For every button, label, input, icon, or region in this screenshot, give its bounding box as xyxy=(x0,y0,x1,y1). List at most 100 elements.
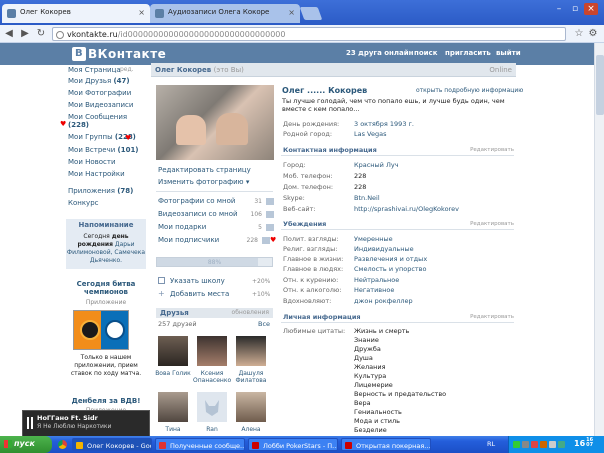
friend-name[interactable]: Ran xyxy=(193,426,231,433)
friend-photo[interactable] xyxy=(197,392,227,422)
antivirus-icon[interactable] xyxy=(531,441,538,448)
app-tray-icon[interactable] xyxy=(558,441,565,448)
clock-hours: 16 xyxy=(574,439,586,448)
battery-icon[interactable] xyxy=(513,441,520,448)
reload-icon[interactable]: ↻ xyxy=(34,27,48,41)
menu-edit-link[interactable]: ред. xyxy=(120,66,134,73)
edit-personal-link[interactable]: Редактировать xyxy=(470,314,514,320)
menu-my-friends[interactable]: Мои Друзья (47) xyxy=(68,77,130,85)
wrench-icon[interactable]: ⚙ xyxy=(586,27,600,41)
alcohol-value[interactable]: Негативное xyxy=(354,286,394,294)
friend-name[interactable]: Тина xyxy=(154,426,192,433)
menu-my-photos[interactable]: Мои Фотографии xyxy=(68,89,131,97)
promo2-title[interactable]: Денбеля за ВДВ! xyxy=(66,397,146,405)
address-bar[interactable]: vkontakte.ru/id0000000000000000000000000… xyxy=(52,27,566,41)
clock[interactable]: 1616 07 xyxy=(574,438,593,450)
menu-applications[interactable]: Приложения (78) xyxy=(68,187,133,195)
promo-title[interactable]: Сегодня битва чемпионов xyxy=(66,280,146,296)
political-value[interactable]: Умеренные xyxy=(354,235,393,243)
friend-photo[interactable] xyxy=(158,392,188,422)
hometown-value[interactable]: Las Vegas xyxy=(354,130,387,138)
menu-contest[interactable]: Конкурс xyxy=(68,199,99,207)
maximize-icon[interactable]: ▫ xyxy=(568,3,582,15)
volume-icon[interactable] xyxy=(549,441,556,448)
menu-my-messages[interactable]: Мои Сообщения xyxy=(68,113,127,121)
menu-my-news[interactable]: Мои Новости xyxy=(68,158,116,166)
taskbar-item-pokerstars-lobby[interactable]: Лобби PokerStars - П... xyxy=(248,438,338,451)
friend-name[interactable]: Ксения Опанасенко xyxy=(193,370,231,384)
my-subscribers-link[interactable]: Мои подписчики xyxy=(158,236,219,244)
browser-tab-profile[interactable]: Олег Кокорев × xyxy=(2,4,150,23)
show-full-info-link[interactable]: открыть подробную информацию xyxy=(416,87,523,94)
quotes-label: Любимые цитаты: xyxy=(283,327,346,335)
browser-tab-audio[interactable]: Аудиозаписи Олега Кокоре × xyxy=(150,4,300,23)
logout-link[interactable]: выйти xyxy=(496,49,521,57)
city-value[interactable]: Красный Луч xyxy=(354,161,399,169)
minimize-icon[interactable]: – xyxy=(552,3,566,15)
star-icon[interactable]: ☆ xyxy=(572,27,586,41)
religion-value[interactable]: Индивидуальные xyxy=(354,245,414,253)
menu-my-page[interactable]: Моя Страница xyxy=(68,66,121,74)
friends-online-link[interactable]: 23 друга онлайн xyxy=(346,49,413,57)
friends-updates-link[interactable]: обновления xyxy=(232,309,269,316)
menu-my-settings[interactable]: Мои Настройки xyxy=(68,170,125,178)
friend-name[interactable]: Вова Голик xyxy=(154,370,192,377)
page-scrollbar[interactable] xyxy=(594,43,604,436)
birthday-value[interactable]: 3 октября 1993 г. xyxy=(354,120,414,128)
taskbar-item-messages[interactable]: Полученные сообще... xyxy=(155,438,245,451)
edit-page-link[interactable]: Редактировать страницу xyxy=(158,166,251,174)
window-close-icon[interactable]: × xyxy=(584,3,598,15)
add-school-link[interactable]: Указать школу xyxy=(170,277,225,285)
menu-my-events[interactable]: Мои Встречи (101) xyxy=(68,146,139,154)
friend-photo[interactable] xyxy=(158,336,188,366)
close-icon[interactable]: × xyxy=(138,8,145,17)
app-tray-icon[interactable] xyxy=(540,441,547,448)
all-friends-link[interactable]: Все xyxy=(258,320,270,328)
smoking-value[interactable]: Нейтральное xyxy=(354,276,399,284)
friend-photo[interactable] xyxy=(236,336,266,366)
chrome-quicklaunch-icon[interactable] xyxy=(58,440,67,449)
divider xyxy=(156,191,273,192)
scrollbar-thumb[interactable] xyxy=(596,55,604,115)
network-icon[interactable] xyxy=(522,441,529,448)
tab-title: Аудиозаписи Олега Кокоре xyxy=(168,8,270,16)
taskbar-item-chrome[interactable]: Олег Кокорев - Goo... xyxy=(72,438,152,451)
people-main-value[interactable]: Смелость и упорство xyxy=(354,265,427,273)
friend-photo[interactable] xyxy=(197,336,227,366)
menu-my-videos[interactable]: Мои Видеозаписи xyxy=(68,101,133,109)
edit-beliefs-link[interactable]: Редактировать xyxy=(470,221,514,227)
pause-icon[interactable] xyxy=(27,417,33,429)
promo-image[interactable] xyxy=(73,310,129,350)
profile-avatar[interactable] xyxy=(156,85,274,160)
profile-status[interactable]: Ты лучше голодай, чем что попало ешь, и … xyxy=(282,97,514,113)
new-tab-button[interactable] xyxy=(299,7,323,20)
back-arrow-icon[interactable]: ◀ xyxy=(2,27,16,41)
my-gifts-link[interactable]: Мои подарки xyxy=(158,223,206,231)
photos-with-me-link[interactable]: Фотографии со мной xyxy=(158,197,235,205)
media-player-popup[interactable]: НоГГано Ft. Sidr Я Не Люблю Наркотики xyxy=(22,410,150,438)
reminder-title: Напоминание xyxy=(78,221,134,229)
skype-value[interactable]: Btn.Neil xyxy=(354,194,380,202)
videos-count: 106 xyxy=(250,211,262,218)
friend-photo[interactable] xyxy=(236,392,266,422)
forward-arrow-icon[interactable]: ▶ xyxy=(18,27,32,41)
friends-title[interactable]: Друзья xyxy=(160,309,189,317)
vk-logo[interactable]: В ВКонтакте xyxy=(72,47,166,61)
change-photo-link[interactable]: Изменить фотографию ▾ xyxy=(158,178,249,186)
friend-name[interactable]: Дашуля Филатова xyxy=(232,370,270,384)
inspire-value[interactable]: джон рокфеллер xyxy=(354,297,413,305)
edit-contacts-link[interactable]: Редактировать xyxy=(470,147,514,153)
language-indicator[interactable]: RL xyxy=(487,440,495,448)
school-icon xyxy=(158,277,165,284)
close-icon[interactable]: × xyxy=(288,8,295,17)
start-button[interactable]: пуск xyxy=(0,436,52,453)
life-main-value[interactable]: Развлечения и отдых xyxy=(354,255,427,263)
add-places-link[interactable]: Добавить места xyxy=(170,290,229,298)
website-value[interactable]: http://sprashivai.ru/OlegKokorev xyxy=(354,205,459,213)
invite-link[interactable]: пригласить xyxy=(445,49,491,57)
profile-name: Олег ...... Кокорев xyxy=(282,86,368,95)
videos-with-me-link[interactable]: Видеозаписи со мной xyxy=(158,210,238,218)
taskbar-item-poker-table[interactable]: Открытая покерная... xyxy=(341,438,431,451)
friend-name[interactable]: Алена xyxy=(232,426,270,433)
search-link[interactable]: поиск xyxy=(414,49,437,57)
